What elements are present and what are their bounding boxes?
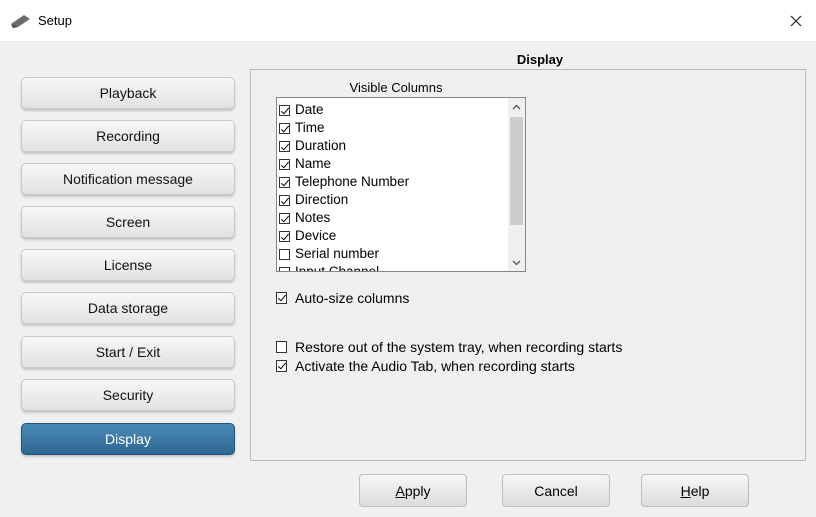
nav-button-display[interactable]: Display: [21, 423, 235, 455]
checkbox[interactable]: [279, 212, 290, 224]
auto-size-columns-checkbox[interactable]: [276, 292, 287, 304]
checkbox[interactable]: [279, 266, 290, 271]
checkbox[interactable]: [279, 158, 290, 170]
visible-columns-list[interactable]: Date Time Duration Name Telephone Number…: [276, 97, 526, 272]
help-label-rest: elp: [690, 482, 710, 499]
auto-size-columns-label: Auto-size columns: [295, 290, 410, 306]
nav-button-notification-message[interactable]: Notification message: [21, 163, 235, 195]
pen-icon: [11, 15, 30, 28]
nav-button-security[interactable]: Security: [21, 379, 235, 411]
activate-audio-tab-label: Activate the Audio Tab, when recording s…: [295, 358, 575, 374]
chevron-down-icon: [512, 260, 521, 265]
column-item-input-channel[interactable]: Input Channel: [279, 263, 505, 272]
column-item-name[interactable]: Name: [279, 155, 505, 173]
item-label: Name: [295, 156, 332, 171]
nav-button-screen[interactable]: Screen: [21, 206, 235, 238]
checkbox[interactable]: [279, 104, 290, 116]
activate-audio-tab-option[interactable]: Activate the Audio Tab, when recording s…: [276, 358, 575, 374]
nav-button-license[interactable]: License: [21, 249, 235, 281]
column-item-direction[interactable]: Direction: [279, 191, 505, 209]
checkbox[interactable]: [279, 248, 290, 260]
item-label: Telephone Number: [295, 174, 410, 189]
activate-audio-tab-checkbox[interactable]: [276, 360, 287, 372]
title-bar: Setup: [0, 0, 816, 42]
restore-tray-checkbox[interactable]: [276, 341, 287, 353]
column-item-notes[interactable]: Notes: [279, 209, 505, 227]
nav-button-data-storage[interactable]: Data storage: [21, 292, 235, 324]
scroll-down-button[interactable]: [508, 254, 525, 271]
item-label: Notes: [295, 210, 331, 225]
column-item-device[interactable]: Device: [279, 227, 505, 245]
checkbox[interactable]: [279, 122, 290, 134]
close-button[interactable]: [776, 0, 816, 42]
checkbox[interactable]: [279, 230, 290, 242]
nav-button-playback[interactable]: Playback: [21, 77, 235, 109]
scroll-thumb[interactable]: [510, 117, 523, 225]
item-label: Input Channel: [295, 264, 380, 272]
checkbox[interactable]: [279, 194, 290, 206]
help-button[interactable]: Help: [641, 474, 749, 507]
list-scrollbar[interactable]: [508, 98, 525, 271]
column-item-serial-number[interactable]: Serial number: [279, 245, 505, 263]
column-item-duration[interactable]: Duration: [279, 137, 505, 155]
item-label: Serial number: [295, 246, 380, 261]
chevron-up-icon: [512, 104, 521, 109]
item-label: Time: [295, 120, 325, 135]
item-label: Duration: [295, 138, 347, 153]
auto-size-columns-option[interactable]: Auto-size columns: [276, 290, 409, 306]
column-item-time[interactable]: Time: [279, 119, 505, 137]
checkbox[interactable]: [279, 140, 290, 152]
apply-mnemonic: A: [395, 482, 405, 499]
column-item-date[interactable]: Date: [279, 101, 505, 119]
nav-button-start-exit[interactable]: Start / Exit: [21, 336, 235, 368]
cancel-button[interactable]: Cancel: [502, 474, 610, 507]
section-title: Display: [516, 52, 564, 67]
item-label: Direction: [295, 192, 349, 207]
restore-tray-option[interactable]: Restore out of the system tray, when rec…: [276, 339, 622, 355]
apply-label-rest: pply: [404, 482, 431, 499]
checkbox[interactable]: [279, 176, 290, 188]
scroll-up-button[interactable]: [508, 98, 525, 115]
close-icon: [790, 15, 802, 27]
item-label: Date: [295, 102, 324, 117]
window-title: Setup: [38, 13, 72, 28]
visible-columns-label: Visible Columns: [349, 80, 443, 95]
restore-tray-label: Restore out of the system tray, when rec…: [295, 339, 623, 355]
column-item-telephone-number[interactable]: Telephone Number: [279, 173, 505, 191]
nav-button-recording[interactable]: Recording: [21, 120, 235, 152]
item-label: Device: [295, 228, 337, 243]
help-mnemonic: H: [680, 482, 691, 499]
apply-button[interactable]: Apply: [359, 474, 467, 507]
